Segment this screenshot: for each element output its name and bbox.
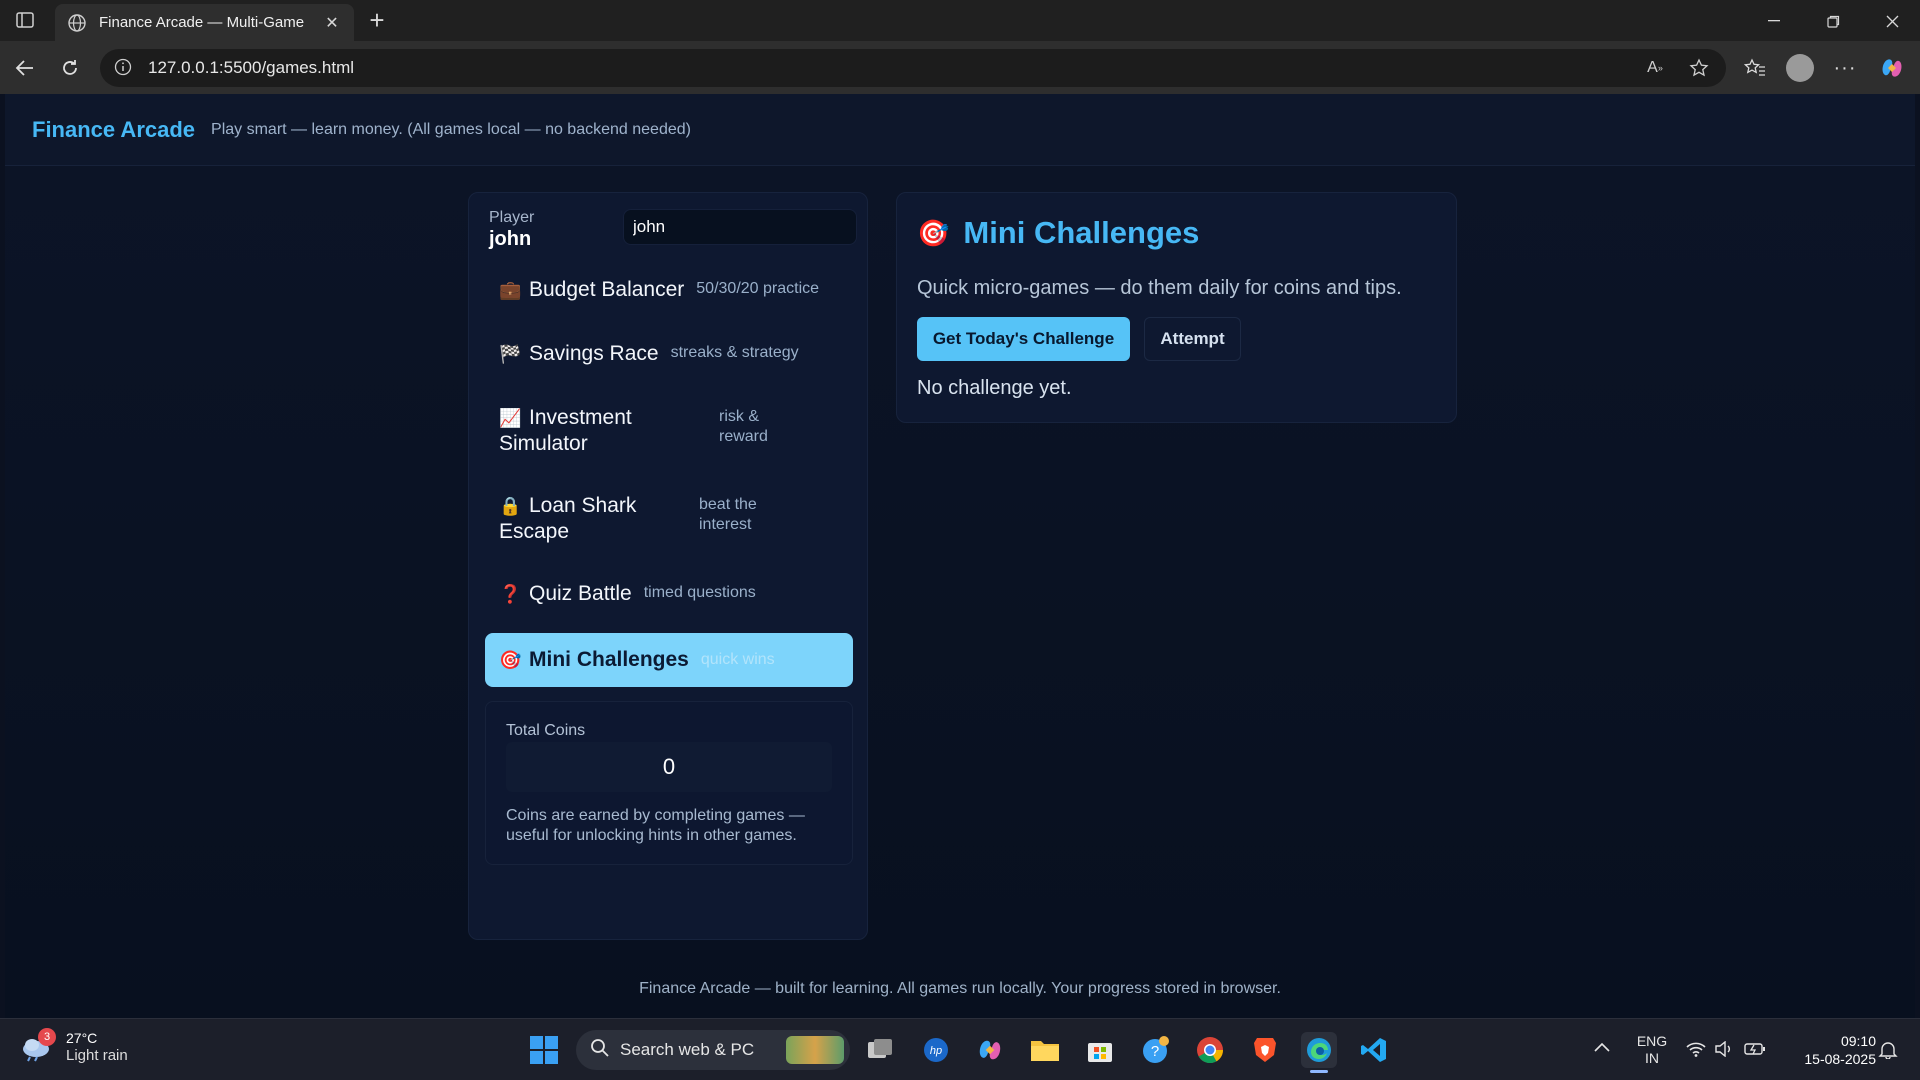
vscode-icon[interactable] (1356, 1032, 1392, 1068)
game-name: Mini Challenges (529, 648, 689, 671)
browser-tab-bar: Finance Arcade — Multi-Game ✕ + (0, 0, 1920, 41)
url-text[interactable]: 127.0.0.1:5500/games.html (148, 58, 1624, 78)
card-title-text: Mini Challenges (963, 215, 1200, 250)
more-menu-icon[interactable]: ··· (1830, 53, 1860, 83)
web-page: Finance Arcade Play smart — learn money.… (5, 94, 1915, 1018)
edge-icon[interactable] (1301, 1032, 1337, 1073)
player-name-input[interactable] (623, 209, 857, 245)
game-desc: timed questions (643, 584, 756, 601)
notifications-icon[interactable] (1878, 1041, 1898, 1063)
game-item-savings-race[interactable]: 🏁 Savings Race streaks & strategy (485, 341, 853, 367)
close-tab-icon[interactable]: ✕ (322, 13, 342, 33)
tab-actions-icon[interactable] (12, 9, 38, 31)
weather-widget[interactable]: 3 27°C Light rain (20, 1028, 128, 1065)
active-app-indicator (1310, 1070, 1328, 1073)
checkered-flag-icon: 🏁 (499, 344, 522, 364)
volume-icon[interactable] (1714, 1040, 1734, 1061)
language-indicator[interactable]: ENG IN (1634, 1033, 1670, 1067)
card-subtitle: Quick micro-games — do them daily for co… (917, 277, 1402, 299)
game-name: Budget Balancer (529, 278, 685, 301)
battery-icon[interactable] (1744, 1041, 1766, 1061)
brave-icon[interactable] (1247, 1032, 1283, 1068)
game-desc: streaks & strategy (670, 344, 799, 361)
coins-label: Total Coins (506, 722, 586, 739)
game-desc: quick wins (700, 651, 775, 668)
coins-panel: Total Coins 0 Coins are earned by comple… (485, 701, 853, 865)
search-icon (590, 1038, 610, 1063)
game-item-loan-shark-escape[interactable]: 🔒 Loan Shark Escape beat the interest (485, 493, 853, 544)
copilot-app-icon[interactable] (972, 1032, 1008, 1068)
game-desc: risk & reward (719, 408, 768, 445)
browser-tab-active[interactable]: Finance Arcade — Multi-Game ✕ (55, 4, 354, 41)
brand-title: Finance Arcade (32, 116, 196, 142)
refresh-icon[interactable] (55, 53, 85, 83)
weather-desc: Light rain (66, 1047, 128, 1064)
card-title: 🎯 Mini Challenges (917, 215, 1199, 251)
games-sidebar: Player john 💼 Budget Balancer 50/30/20 pr… (468, 192, 868, 940)
player-label: Player (489, 209, 535, 226)
taskbar: 3 27°C Light rain Search web & PC hp ? E… (0, 1018, 1920, 1080)
get-todays-challenge-button[interactable]: Get Today's Challenge (917, 317, 1130, 361)
site-info-icon[interactable] (114, 58, 134, 78)
wifi-icon[interactable] (1686, 1041, 1706, 1061)
hp-app-icon[interactable]: hp (918, 1032, 954, 1068)
tab-title: Finance Arcade — Multi-Game (99, 14, 305, 31)
game-desc: 50/30/20 practice (696, 280, 820, 297)
target-icon: 🎯 (917, 217, 950, 248)
game-name: Savings Race (529, 342, 659, 365)
show-hidden-icons-chevron-up-icon[interactable] (1594, 1039, 1610, 1056)
weather-alert-badge: 3 (38, 1028, 56, 1046)
clock-time: 09:10 (1840, 1033, 1876, 1049)
coins-value: 0 (506, 742, 832, 792)
clock-date: 15-08-2025 (1804, 1051, 1876, 1067)
app-header: Finance Arcade Play smart — learn money.… (5, 94, 1915, 166)
game-item-budget-balancer[interactable]: 💼 Budget Balancer 50/30/20 practice (485, 277, 853, 303)
game-item-investment-simulator[interactable]: 📈 Investment Simulator risk & reward (485, 405, 853, 456)
favorite-star-icon[interactable] (1686, 55, 1712, 81)
new-tab-button[interactable]: + (364, 7, 390, 34)
page-footer: Finance Arcade — built for learning. All… (639, 980, 1281, 997)
taskbar-clock[interactable]: 09:10 15-08-2025 (1776, 1032, 1876, 1068)
profile-avatar-icon[interactable] (1785, 53, 1815, 83)
chrome-icon[interactable] (1192, 1032, 1228, 1068)
restore-icon[interactable] (1813, 8, 1853, 34)
taskbar-search[interactable]: Search web & PC (576, 1030, 850, 1070)
favorites-icon[interactable] (1740, 53, 1770, 83)
address-bar[interactable]: 127.0.0.1:5500/games.html A» (100, 49, 1726, 87)
help-app-icon[interactable]: ? (1138, 1032, 1174, 1068)
svg-text:hp: hp (930, 1045, 942, 1057)
search-highlight-image (786, 1036, 844, 1064)
player-name: john (489, 228, 532, 250)
browser-nav-bar: 127.0.0.1:5500/games.html A» ··· (0, 41, 1920, 94)
svg-text:?: ? (1151, 1043, 1159, 1060)
coins-note: Coins are earned by completing games — u… (506, 807, 805, 844)
target-icon: 🎯 (499, 650, 522, 670)
game-item-quiz-battle[interactable]: ❓ Quiz Battle timed questions (485, 581, 853, 607)
microsoft-store-icon[interactable] (1082, 1032, 1118, 1068)
search-placeholder: Search web & PC (620, 1040, 755, 1059)
close-window-icon[interactable] (1872, 8, 1912, 34)
rain-cloud-icon: 3 (20, 1028, 56, 1062)
chart-up-icon: 📈 (499, 408, 522, 428)
windows-start-icon[interactable] (526, 1032, 562, 1068)
copilot-icon[interactable] (1877, 53, 1907, 83)
attempt-button[interactable]: Attempt (1144, 317, 1241, 361)
file-explorer-icon[interactable] (1027, 1032, 1063, 1068)
game-name: Quiz Battle (529, 582, 632, 605)
game-desc: beat the interest (699, 496, 757, 533)
app-tagline: Play smart — learn money. (All games loc… (211, 120, 691, 138)
question-mark-icon: ❓ (499, 584, 522, 604)
globe-icon (67, 13, 87, 33)
minimize-icon[interactable] (1754, 8, 1794, 34)
mini-challenges-card: 🎯 Mini Challenges Quick micro-games — do… (896, 192, 1457, 423)
challenge-status: No challenge yet. (917, 377, 1072, 399)
briefcase-icon: 💼 (499, 280, 522, 300)
game-item-mini-challenges[interactable]: 🎯 Mini Challenges quick wins (485, 633, 853, 687)
weather-temp: 27°C (66, 1030, 98, 1046)
read-aloud-icon[interactable]: A» (1642, 55, 1668, 81)
lock-icon: 🔒 (499, 496, 522, 516)
task-view-icon[interactable] (862, 1032, 898, 1068)
back-arrow-icon[interactable] (10, 53, 40, 83)
